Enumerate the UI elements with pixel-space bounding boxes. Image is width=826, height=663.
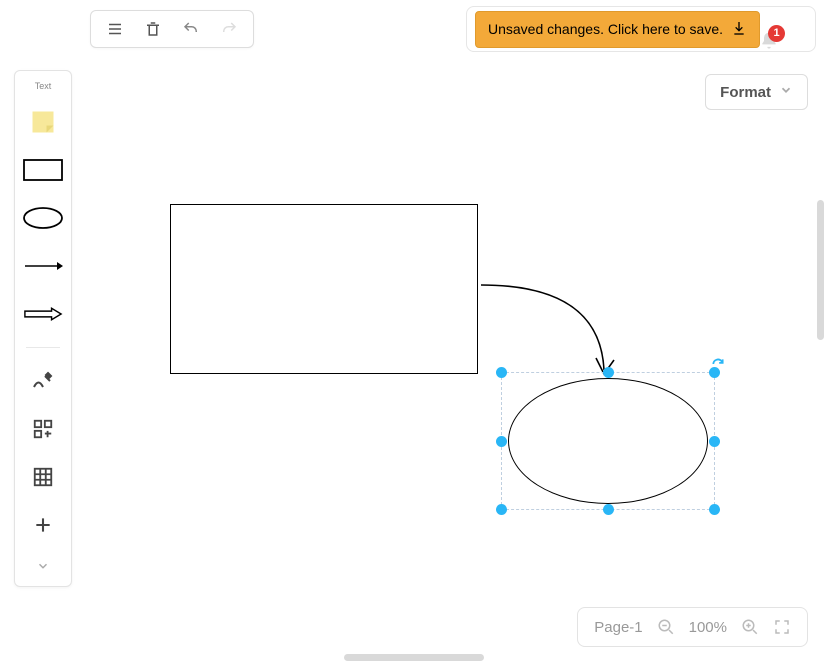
resize-handle-tm[interactable] (603, 367, 614, 378)
shapes-sidebar: Text (14, 70, 72, 587)
tool-grid-icon[interactable] (23, 460, 63, 494)
redo-icon[interactable] (219, 19, 239, 39)
resize-handle-ml[interactable] (496, 436, 507, 447)
zoom-level[interactable]: 100% (689, 619, 727, 636)
resize-handle-bl[interactable] (496, 504, 507, 515)
shape-arrow-open[interactable] (23, 297, 63, 331)
tool-freehand-icon[interactable] (23, 364, 63, 398)
save-banner[interactable]: Unsaved changes. Click here to save. (475, 11, 760, 48)
notification-badge: 1 (768, 25, 785, 42)
canvas-rectangle[interactable] (170, 204, 478, 374)
selection-box (501, 372, 715, 510)
trash-icon[interactable] (143, 19, 163, 39)
format-button[interactable]: Format (705, 74, 808, 110)
tool-plus-icon[interactable] (23, 508, 63, 542)
resize-handle-bm[interactable] (603, 504, 614, 515)
shape-arrow-thin[interactable] (23, 249, 63, 283)
shape-ellipse[interactable] (23, 201, 63, 235)
menu-icon[interactable] (105, 19, 125, 39)
fullscreen-icon[interactable] (773, 618, 791, 636)
save-banner-text: Unsaved changes. Click here to save. (488, 21, 723, 37)
zoom-out-icon[interactable] (657, 618, 675, 636)
zoom-in-icon[interactable] (741, 618, 759, 636)
chevron-down-icon[interactable] (23, 556, 63, 576)
shape-text[interactable]: Text (35, 81, 52, 91)
tool-add-shapes-icon[interactable] (23, 412, 63, 446)
chevron-down-icon (779, 83, 793, 101)
top-toolbar (90, 10, 254, 48)
resize-handle-tl[interactable] (496, 367, 507, 378)
resize-handle-tr[interactable] (709, 367, 720, 378)
shape-sticky-note[interactable] (23, 105, 63, 139)
resize-handle-mr[interactable] (709, 436, 720, 447)
status-bar: Page-1 100% (577, 607, 808, 647)
horizontal-scrollbar[interactable] (344, 654, 484, 661)
header-right-wrap: Unsaved changes. Click here to save. 1 (466, 6, 816, 52)
vertical-scrollbar[interactable] (817, 200, 824, 340)
notifications-button[interactable]: 1 (759, 31, 779, 56)
format-label: Format (720, 84, 771, 101)
undo-icon[interactable] (181, 19, 201, 39)
divider (26, 347, 60, 348)
download-icon (731, 20, 747, 39)
resize-handle-br[interactable] (709, 504, 720, 515)
page-label[interactable]: Page-1 (594, 619, 642, 636)
shape-rectangle[interactable] (23, 153, 63, 187)
